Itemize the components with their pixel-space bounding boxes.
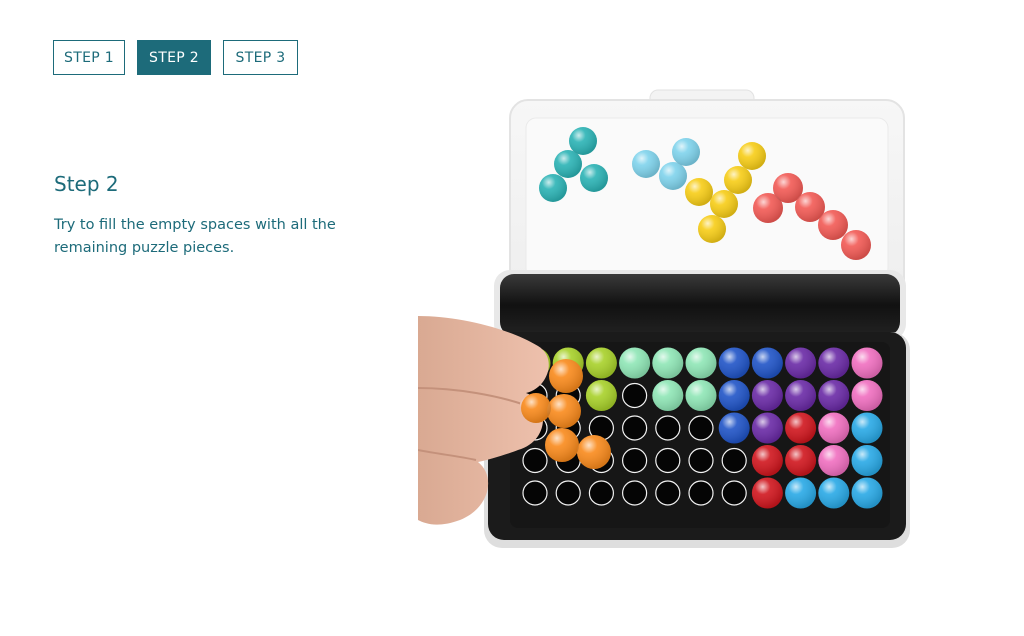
tab-step-3[interactable]: STEP 3 <box>223 40 298 75</box>
step-title: Step 2 <box>54 172 119 196</box>
step-tabs: STEP 1 STEP 2 STEP 3 <box>53 40 298 75</box>
tab-step-2[interactable]: STEP 2 <box>137 40 211 75</box>
step-description: Try to fill the empty spaces with all th… <box>54 217 336 256</box>
case-hinge <box>494 270 906 340</box>
tab-step-1[interactable]: STEP 1 <box>53 40 125 75</box>
puzzle-illustration <box>418 89 910 548</box>
